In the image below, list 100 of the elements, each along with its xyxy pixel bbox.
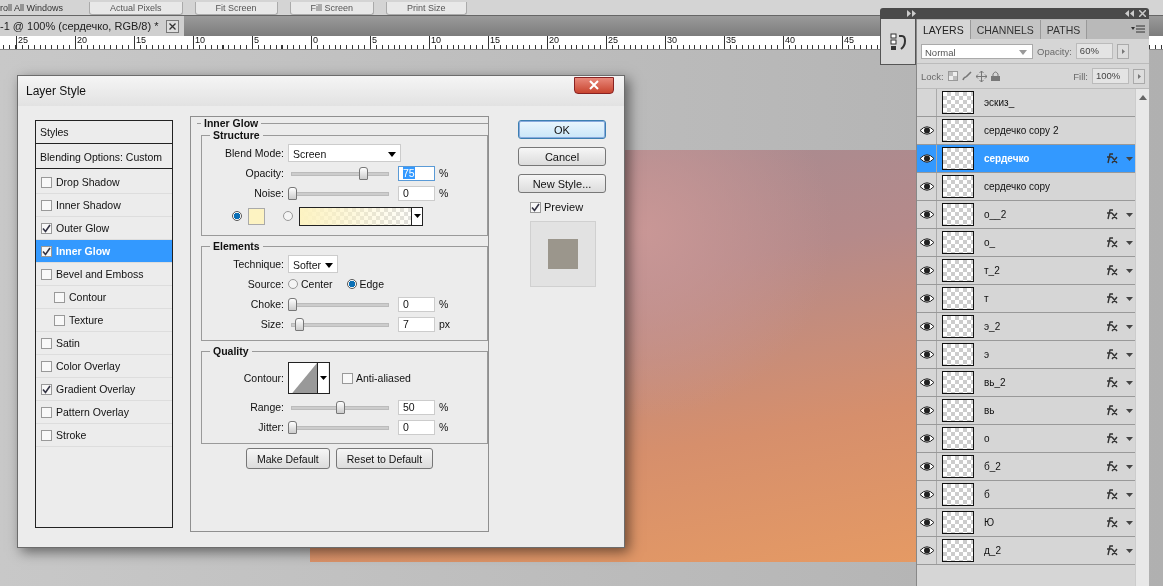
default-button[interactable]: Make Default <box>245 448 330 469</box>
layer-row[interactable]: сердечко copy <box>917 173 1135 201</box>
slider[interactable] <box>288 186 392 200</box>
gradient-picker[interactable] <box>299 206 423 226</box>
caret-icon[interactable] <box>1126 520 1133 525</box>
history-icon[interactable] <box>890 32 906 51</box>
dialog-button[interactable]: Cancel <box>518 147 606 166</box>
caret-icon[interactable] <box>1126 464 1133 469</box>
layer-row[interactable]: т <box>917 285 1135 313</box>
layer-row[interactable]: э <box>917 341 1135 369</box>
effects-icon[interactable] <box>1104 209 1118 220</box>
panel-tab[interactable]: CHANNELS <box>970 20 1041 39</box>
visibility-toggle[interactable] <box>917 481 937 508</box>
visibility-toggle[interactable] <box>917 453 937 480</box>
checkbox[interactable] <box>41 406 52 418</box>
checkbox[interactable] <box>41 176 52 188</box>
checkbox[interactable] <box>41 268 52 280</box>
effects-icon[interactable] <box>1104 433 1118 444</box>
layer-row[interactable]: т_2 <box>917 257 1135 285</box>
layer-row[interactable]: эскиз_ <box>917 89 1135 117</box>
style-item[interactable]: Drop Shadow <box>36 171 172 194</box>
layer-row[interactable]: Ю <box>917 509 1135 537</box>
blend-mode-dropdown[interactable]: Normal <box>921 43 1033 59</box>
caret-icon[interactable] <box>1126 240 1133 245</box>
dialog-button[interactable]: New Style... <box>518 174 606 193</box>
value-field[interactable]: 50 <box>398 399 435 415</box>
caret-icon[interactable] <box>1126 380 1133 385</box>
dialog-button[interactable]: OK <box>518 120 606 139</box>
close-icon[interactable] <box>166 19 180 33</box>
caret-icon[interactable] <box>1126 296 1133 301</box>
slider[interactable] <box>288 420 392 434</box>
slider-thumb[interactable] <box>288 420 297 434</box>
value-field[interactable]: 0 <box>398 419 435 435</box>
checkbox[interactable] <box>54 291 65 303</box>
visibility-toggle[interactable] <box>917 425 937 452</box>
layer-row[interactable]: вь_2 <box>917 369 1135 397</box>
visibility-toggle[interactable] <box>917 341 937 368</box>
checkbox[interactable] <box>41 360 52 372</box>
style-item[interactable]: Contour <box>36 286 172 309</box>
visibility-toggle[interactable] <box>917 117 937 144</box>
visibility-toggle[interactable] <box>917 313 937 340</box>
radio-option[interactable]: Edge <box>346 278 385 290</box>
layer-row[interactable]: о__2 <box>917 201 1135 229</box>
styles-header[interactable]: Styles <box>36 121 172 144</box>
style-item[interactable]: Satin <box>36 332 172 355</box>
preview-checkbox[interactable]: Preview <box>530 201 606 213</box>
style-item[interactable]: Gradient Overlay <box>36 378 172 401</box>
effects-icon[interactable] <box>1104 153 1118 164</box>
close-icon[interactable] <box>1139 10 1146 17</box>
caret-icon[interactable] <box>1126 268 1133 273</box>
radio-button[interactable] <box>283 211 293 221</box>
visibility-toggle[interactable] <box>917 509 937 536</box>
caret-icon[interactable] <box>1126 352 1133 357</box>
default-button[interactable]: Reset to Default <box>335 448 434 469</box>
panel-tab[interactable]: LAYERS <box>917 20 971 39</box>
checkbox[interactable] <box>41 245 52 257</box>
effects-icon[interactable] <box>1104 293 1118 304</box>
scrollbar[interactable] <box>1135 89 1149 586</box>
visibility-toggle[interactable] <box>917 201 937 228</box>
caret-icon[interactable] <box>1126 436 1133 441</box>
effects-icon[interactable] <box>1104 545 1118 556</box>
toolbar-button[interactable]: Fill Screen <box>289 2 375 15</box>
caret-icon[interactable] <box>1126 492 1133 497</box>
scroll-up-icon[interactable] <box>1138 95 1147 100</box>
slider[interactable] <box>288 400 392 414</box>
checkbox[interactable] <box>41 222 52 234</box>
visibility-toggle[interactable] <box>917 173 937 200</box>
slider[interactable] <box>288 317 392 331</box>
checkbox[interactable] <box>54 314 65 326</box>
style-item[interactable]: Bevel and Emboss <box>36 263 172 286</box>
effects-icon[interactable] <box>1104 461 1118 472</box>
style-item[interactable]: Color Overlay <box>36 355 172 378</box>
slider[interactable] <box>288 297 392 311</box>
effects-icon[interactable] <box>1104 265 1118 276</box>
effects-icon[interactable] <box>1104 405 1118 416</box>
caret-icon[interactable] <box>1126 408 1133 413</box>
technique-dropdown[interactable]: Softer <box>288 255 338 273</box>
style-item[interactable]: Inner Shadow <box>36 194 172 217</box>
style-item[interactable]: Pattern Overlay <box>36 401 172 424</box>
panel-tab[interactable]: PATHS <box>1040 20 1088 39</box>
layer-row[interactable]: о <box>917 425 1135 453</box>
toolbar-button[interactable]: Fit Screen <box>194 2 278 15</box>
opacity-field[interactable]: 60% <box>1075 43 1113 59</box>
move-icon[interactable] <box>975 70 987 82</box>
value-field[interactable]: 0 <box>398 296 435 312</box>
radio-button[interactable] <box>232 211 242 221</box>
visibility-toggle[interactable] <box>917 537 937 564</box>
slider-thumb[interactable] <box>288 186 297 200</box>
visibility-toggle[interactable] <box>917 145 937 172</box>
checkbox[interactable] <box>41 337 52 349</box>
layer-row[interactable]: э_2 <box>917 313 1135 341</box>
effects-icon[interactable] <box>1104 517 1118 528</box>
layer-row[interactable]: б_2 <box>917 453 1135 481</box>
fill-field[interactable]: 100% <box>1092 68 1129 84</box>
effects-icon[interactable] <box>1104 321 1118 332</box>
caret-icon[interactable] <box>1126 548 1133 553</box>
menu-icon[interactable] <box>1131 25 1145 33</box>
layer-row[interactable]: д_2 <box>917 537 1135 565</box>
toolbar-button[interactable]: Print Size <box>386 2 467 15</box>
checkbox[interactable] <box>41 429 52 441</box>
